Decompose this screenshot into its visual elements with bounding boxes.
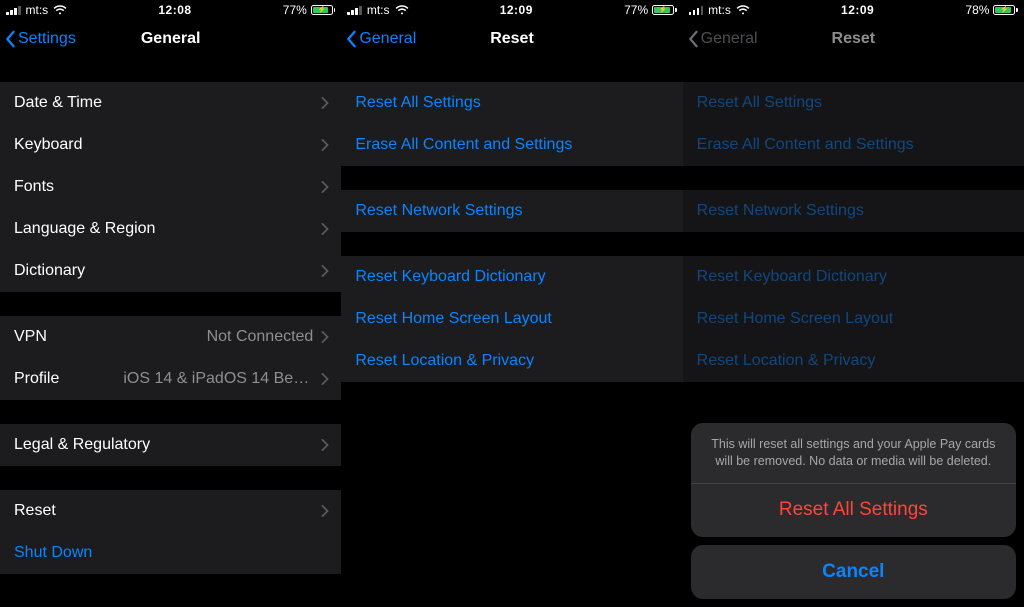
sheet-cancel-button[interactable]: Cancel [691, 545, 1016, 599]
row-label: Erase All Content and Settings [697, 136, 914, 154]
battery-icon: ⚡ [652, 5, 677, 15]
row-keyboard[interactable]: Keyboard [0, 124, 341, 166]
nav-title: General [141, 30, 201, 48]
chevron-left-icon [687, 30, 699, 48]
row-reset[interactable]: Reset [0, 490, 341, 532]
sheet-reset-button[interactable]: Reset All Settings [691, 483, 1016, 537]
row-label: Reset [14, 502, 56, 520]
row-label: Reset Keyboard Dictionary [355, 268, 545, 286]
screen-general: mt:s 12:08 77% ⚡ Settings General Date &… [0, 0, 341, 607]
row-fonts[interactable]: Fonts [0, 166, 341, 208]
chevron-left-icon [345, 30, 357, 48]
row-label: Profile [14, 370, 59, 388]
row-vpn[interactable]: VPN Not Connected [0, 316, 341, 358]
row-value: iOS 14 & iPadOS 14 Beta Softwar… [113, 370, 313, 388]
nav-title: Reset [490, 30, 534, 48]
row-reset-network: Reset Network Settings [683, 190, 1024, 232]
row-label: Fonts [14, 178, 54, 196]
chevron-right-icon [321, 223, 329, 235]
status-bar: mt:s 12:08 77% ⚡ [0, 0, 341, 18]
signal-icon [347, 5, 362, 15]
row-label: VPN [14, 328, 47, 346]
row-reset-home-layout[interactable]: Reset Home Screen Layout [341, 298, 682, 340]
wifi-icon [53, 5, 67, 15]
status-time: 12:09 [841, 3, 874, 17]
sheet-message: This will reset all settings and your Ap… [691, 423, 1016, 483]
row-reset-network[interactable]: Reset Network Settings [341, 190, 682, 232]
battery-pct: 77% [283, 3, 307, 17]
row-label: Erase All Content and Settings [355, 136, 572, 154]
row-label: Dictionary [14, 262, 85, 280]
carrier-label: mt:s [26, 3, 49, 17]
row-reset-home-layout: Reset Home Screen Layout [683, 298, 1024, 340]
chevron-right-icon [321, 139, 329, 151]
row-label: Reset Home Screen Layout [697, 310, 894, 328]
nav-bar: Settings General [0, 18, 341, 60]
row-reset-keyboard-dict: Reset Keyboard Dictionary [683, 256, 1024, 298]
screen-reset: mt:s 12:09 77% ⚡ General Reset Reset All… [341, 0, 682, 607]
status-bar: mt:s 12:09 77% ⚡ [341, 0, 682, 18]
row-value: Not Connected [197, 328, 314, 346]
row-label: Reset Location & Privacy [697, 352, 876, 370]
carrier-label: mt:s [708, 3, 731, 17]
back-button[interactable]: General [345, 30, 416, 48]
back-label: General [359, 30, 416, 48]
nav-bar: General Reset [683, 18, 1024, 60]
chevron-right-icon [321, 331, 329, 343]
nav-bar: General Reset [341, 18, 682, 60]
signal-icon [689, 5, 704, 15]
chevron-right-icon [321, 373, 329, 385]
chevron-right-icon [321, 505, 329, 517]
row-label: Shut Down [14, 544, 92, 562]
row-label: Reset All Settings [697, 94, 822, 112]
row-label: Reset Location & Privacy [355, 352, 534, 370]
row-label: Legal & Regulatory [14, 436, 150, 454]
row-label: Reset All Settings [355, 94, 480, 112]
back-button[interactable]: Settings [4, 30, 76, 48]
chevron-right-icon [321, 265, 329, 277]
row-shut-down[interactable]: Shut Down [0, 532, 341, 574]
wifi-icon [736, 5, 750, 15]
row-label: Language & Region [14, 220, 155, 238]
battery-icon: ⚡ [993, 5, 1018, 15]
screen-reset-confirm: mt:s 12:09 78% ⚡ General Reset Reset All… [683, 0, 1024, 607]
row-date-time[interactable]: Date & Time [0, 82, 341, 124]
nav-title: Reset [832, 30, 876, 48]
chevron-right-icon [321, 97, 329, 109]
row-label: Date & Time [14, 94, 102, 112]
row-erase-all[interactable]: Erase All Content and Settings [341, 124, 682, 166]
row-label: Reset Home Screen Layout [355, 310, 552, 328]
back-label: General [701, 30, 758, 48]
row-label: Keyboard [14, 136, 83, 154]
status-time: 12:08 [158, 3, 191, 17]
row-language-region[interactable]: Language & Region [0, 208, 341, 250]
row-label: Reset Network Settings [697, 202, 864, 220]
row-reset-location-privacy: Reset Location & Privacy [683, 340, 1024, 382]
chevron-right-icon [321, 439, 329, 451]
row-label: Reset Keyboard Dictionary [697, 268, 887, 286]
row-reset-all-settings[interactable]: Reset All Settings [341, 82, 682, 124]
row-profile[interactable]: Profile iOS 14 & iPadOS 14 Beta Softwar… [0, 358, 341, 400]
back-button: General [687, 30, 758, 48]
row-dictionary[interactable]: Dictionary [0, 250, 341, 292]
chevron-left-icon [4, 30, 16, 48]
row-erase-all: Erase All Content and Settings [683, 124, 1024, 166]
battery-pct: 77% [624, 3, 648, 17]
carrier-label: mt:s [367, 3, 390, 17]
row-label: Reset Network Settings [355, 202, 522, 220]
back-label: Settings [18, 30, 76, 48]
battery-icon: ⚡ [311, 5, 336, 15]
signal-icon [6, 5, 21, 15]
battery-pct: 78% [965, 3, 989, 17]
wifi-icon [395, 5, 409, 15]
action-sheet: This will reset all settings and your Ap… [691, 423, 1016, 599]
content: Date & Time Keyboard Fonts Language & Re… [0, 60, 341, 607]
row-reset-location-privacy[interactable]: Reset Location & Privacy [341, 340, 682, 382]
status-bar: mt:s 12:09 78% ⚡ [683, 0, 1024, 18]
chevron-right-icon [321, 181, 329, 193]
row-reset-keyboard-dict[interactable]: Reset Keyboard Dictionary [341, 256, 682, 298]
status-time: 12:09 [500, 3, 533, 17]
row-legal[interactable]: Legal & Regulatory [0, 424, 341, 466]
row-reset-all-settings: Reset All Settings [683, 82, 1024, 124]
